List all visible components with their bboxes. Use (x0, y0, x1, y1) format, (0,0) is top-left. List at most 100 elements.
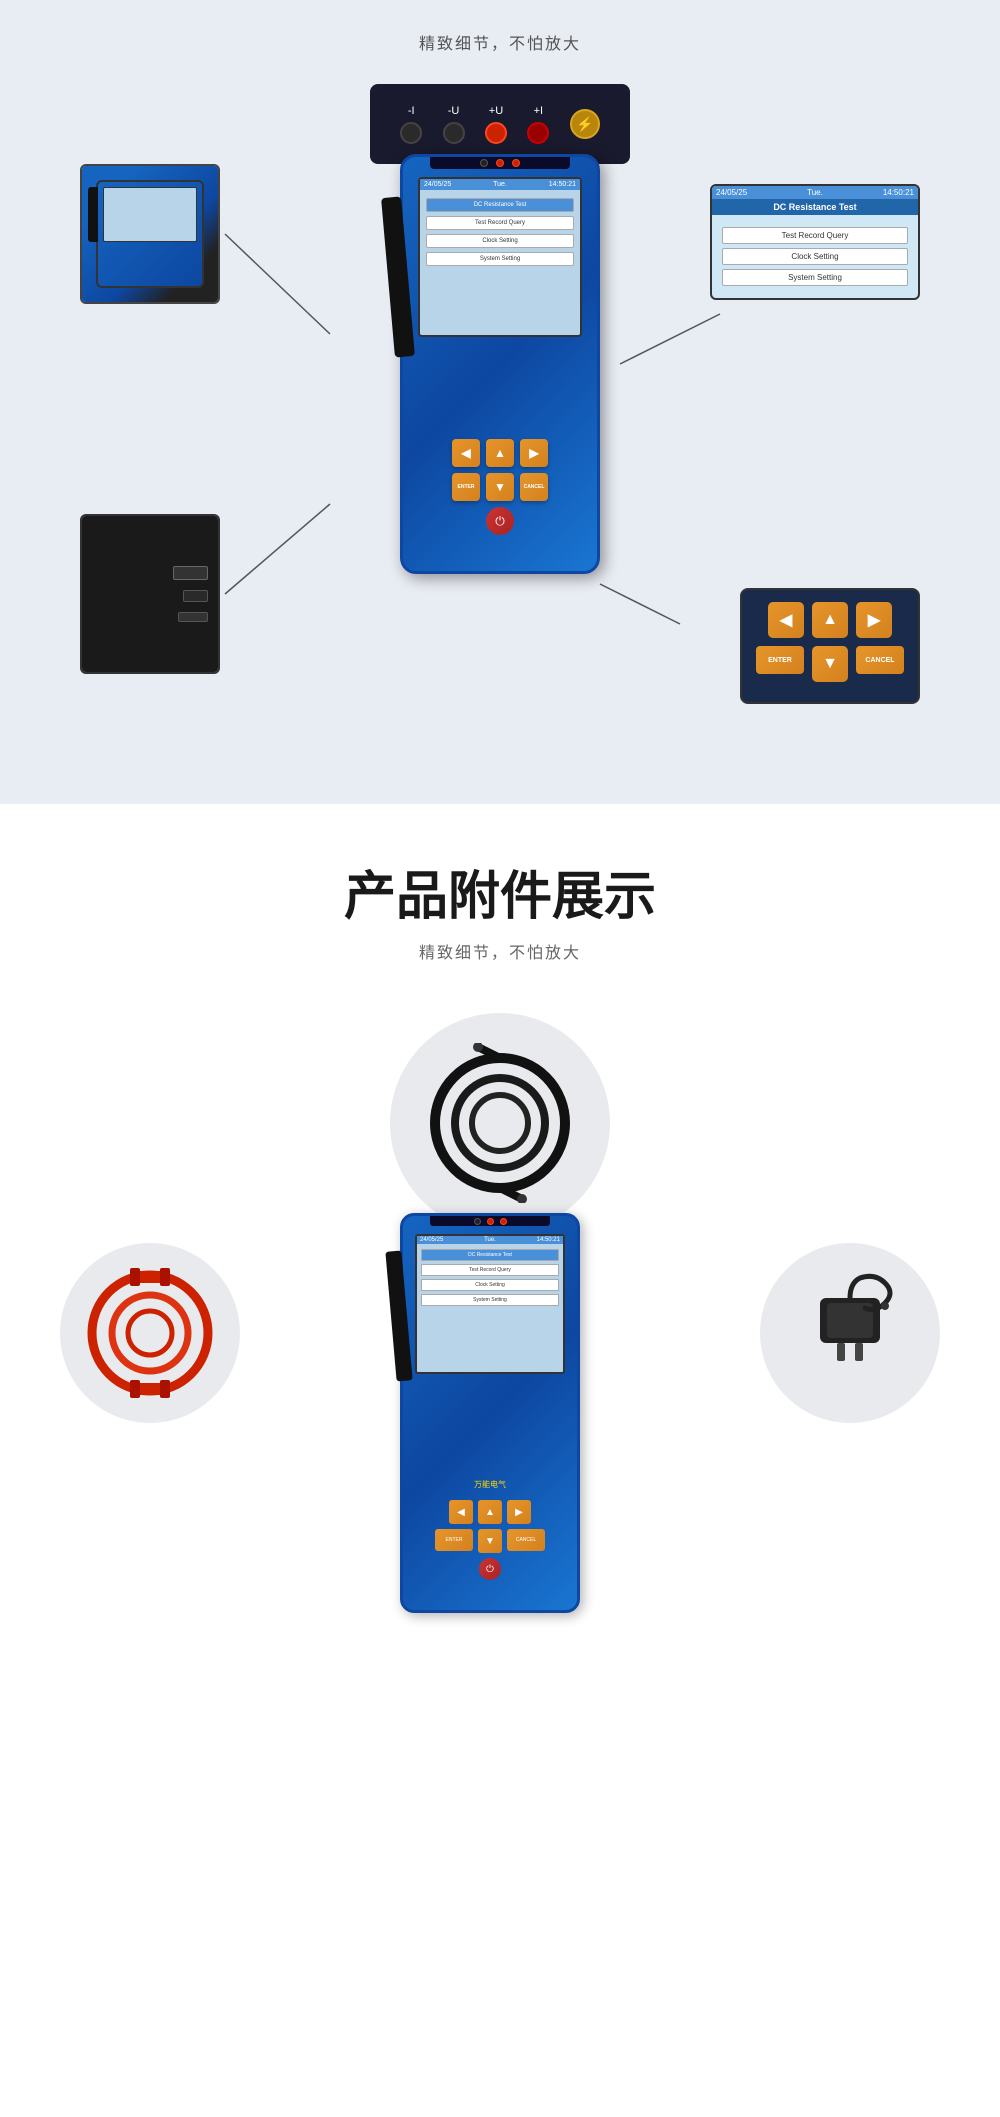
small-menu-item-4: System Setting (421, 1294, 559, 1306)
popup-time: 14:50:21 (883, 188, 914, 197)
small-port-3 (500, 1218, 507, 1225)
small-device-body: 24/05/25 Tue. 14:50:21 DC Resistance Tes… (400, 1213, 580, 1613)
small-menu-item-3: Clock Setting (421, 1279, 559, 1291)
small-btn-enter[interactable]: ENTER (435, 1529, 473, 1551)
screen-menu-item-3: Clock Setting (426, 234, 574, 248)
small-screen-menu: DC Resistance Test Test Record Query Clo… (417, 1244, 563, 1314)
btn-cancel[interactable]: CANCEL (520, 473, 548, 501)
port-hole-u-neg (443, 122, 465, 144)
section-detail: 精致细节，不怕放大 -I -U +U (0, 0, 1000, 804)
thumb-left-top (80, 164, 220, 304)
port-u-neg: -U (443, 105, 465, 144)
small-btn-cancel[interactable]: CANCEL (507, 1529, 545, 1551)
section-accessories: 产品附件展示 精致细节，不怕放大 (0, 804, 1000, 1873)
popup-header: 24/05/25 Tue. 14:50:21 (712, 186, 918, 199)
panel-btn-enter[interactable]: ENTER (756, 646, 804, 674)
accessories-layout: 24/05/25 Tue. 14:50:21 DC Resistance Tes… (20, 1013, 980, 1813)
popup-date: 24/05/25 (716, 188, 747, 197)
small-device-buttons: ◀ ▲ ▶ ENTER ▼ CANCEL ⏻ (418, 1500, 562, 1585)
btn-right[interactable]: ▶ (520, 439, 548, 467)
adapter-svg (785, 1268, 915, 1398)
device-top-ports (430, 157, 570, 169)
btn-left[interactable]: ◀ (452, 439, 480, 467)
small-btn-row-power: ⏻ (418, 1558, 562, 1580)
device-strap (381, 196, 415, 357)
popup-day: Tue. (807, 188, 823, 197)
device-buttons: ◀ ▲ ▶ ENTER ▼ CANCEL ⏻ (423, 439, 577, 541)
panel-btn-right[interactable]: ▶ (856, 602, 892, 638)
panel-btn-cancel[interactable]: CANCEL (856, 646, 904, 674)
screen-header: 24/05/25 Tue. 14:50:21 (420, 179, 580, 190)
btn-enter[interactable]: ENTER (452, 473, 480, 501)
port-u-pos: +U (485, 105, 507, 144)
popup-spacer (712, 215, 918, 223)
acc-main-device: 24/05/25 Tue. 14:50:21 DC Resistance Tes… (400, 1213, 600, 1633)
small-menu-item-2: Test Record Query (421, 1264, 559, 1276)
btn-up[interactable]: ▲ (486, 439, 514, 467)
small-btn-row-top: ◀ ▲ ▶ (418, 1500, 562, 1524)
port-hole-i-pos (527, 122, 549, 144)
port-i-pos: +I (527, 105, 549, 144)
panel-btn-left[interactable]: ◀ (768, 602, 804, 638)
small-screen-header: 24/05/25 Tue. 14:50:21 (417, 1236, 563, 1244)
btn-row-bottom: ENTER ▼ CANCEL (423, 473, 577, 501)
btn-down[interactable]: ▼ (486, 473, 514, 501)
panel-btn-up[interactable]: ▲ (812, 602, 848, 638)
section1-subtitle: 精致细节，不怕放大 (20, 30, 980, 54)
small-screen-date: 24/05/25 (420, 1237, 443, 1243)
acc-circle-cable (390, 1013, 610, 1233)
small-brand-label: 万能电气 (474, 1479, 506, 1490)
popup-menu-1: Test Record Query (722, 227, 908, 244)
cable-svg (420, 1043, 580, 1203)
btn-panel-popup: ◀ ▲ ▶ ENTER ▼ CANCEL (740, 588, 920, 704)
acc-circle-red-cable (60, 1243, 240, 1423)
screen-day: Tue. (493, 181, 507, 188)
acc-circle-adapter (760, 1243, 940, 1423)
screen-menu-item-4: System Setting (426, 252, 574, 266)
thumb-detail-ports (82, 516, 218, 672)
small-port-1 (474, 1218, 481, 1225)
panel-btn-down[interactable]: ▼ (812, 646, 848, 682)
red-cable-svg (80, 1263, 220, 1403)
device-body: 24/05/25 Tue. 14:50:21 DC Resistance Tes… (400, 154, 600, 574)
btn-row-power: ⏻ (423, 507, 577, 535)
small-btn-right[interactable]: ▶ (507, 1500, 531, 1524)
section2-subtitle: 精致细节，不怕放大 (20, 939, 980, 963)
panel-btn-row-top: ◀ ▲ ▶ (754, 602, 906, 638)
small-screen-time: 14:50:21 (537, 1237, 560, 1243)
small-device-strap (385, 1251, 412, 1382)
btn-row-top: ◀ ▲ ▶ (423, 439, 577, 467)
port-hole-i-neg (400, 122, 422, 144)
main-device: 24/05/25 Tue. 14:50:21 DC Resistance Tes… (400, 154, 600, 604)
small-device-screen: 24/05/25 Tue. 14:50:21 DC Resistance Tes… (415, 1234, 565, 1374)
tiny-port-1 (480, 159, 488, 167)
screen-menu: DC Resistance Test Test Record Query Clo… (420, 190, 580, 278)
small-screen-day: Tue. (484, 1237, 496, 1243)
popup-spacer-2 (712, 290, 918, 298)
popup-title: DC Resistance Test (712, 199, 918, 215)
btn-power[interactable]: ⏻ (486, 507, 514, 535)
connector-top: -I -U +U +I ⚡ (370, 84, 630, 164)
section2-title: 产品附件展示 (20, 854, 980, 929)
popup-menu-2: Clock Setting (722, 248, 908, 265)
tiny-port-2 (496, 159, 504, 167)
small-menu-item-1: DC Resistance Test (421, 1249, 559, 1261)
small-btn-down[interactable]: ▼ (478, 1529, 502, 1553)
screen-menu-item-2: Test Record Query (426, 216, 574, 230)
small-btn-left[interactable]: ◀ (449, 1500, 473, 1524)
device-screen: 24/05/25 Tue. 14:50:21 DC Resistance Tes… (418, 177, 582, 337)
tiny-port-3 (512, 159, 520, 167)
thumb-left-bottom (80, 514, 220, 674)
port-i-neg: -I (400, 105, 422, 144)
screen-date: 24/05/25 (424, 181, 451, 188)
small-btn-up[interactable]: ▲ (478, 1500, 502, 1524)
port-hole-u-pos (485, 122, 507, 144)
screen-popup-right: 24/05/25 Tue. 14:50:21 DC Resistance Tes… (710, 184, 920, 300)
small-btn-power[interactable]: ⏻ (479, 1558, 501, 1580)
port-antenna: ⚡ (570, 109, 600, 139)
popup-menu-3: System Setting (722, 269, 908, 286)
small-top-ports (430, 1216, 550, 1226)
panel-btn-row-bottom: ENTER ▼ CANCEL (754, 646, 906, 682)
thumb-detail-device-side (82, 166, 218, 302)
small-btn-row-bottom: ENTER ▼ CANCEL (418, 1529, 562, 1553)
